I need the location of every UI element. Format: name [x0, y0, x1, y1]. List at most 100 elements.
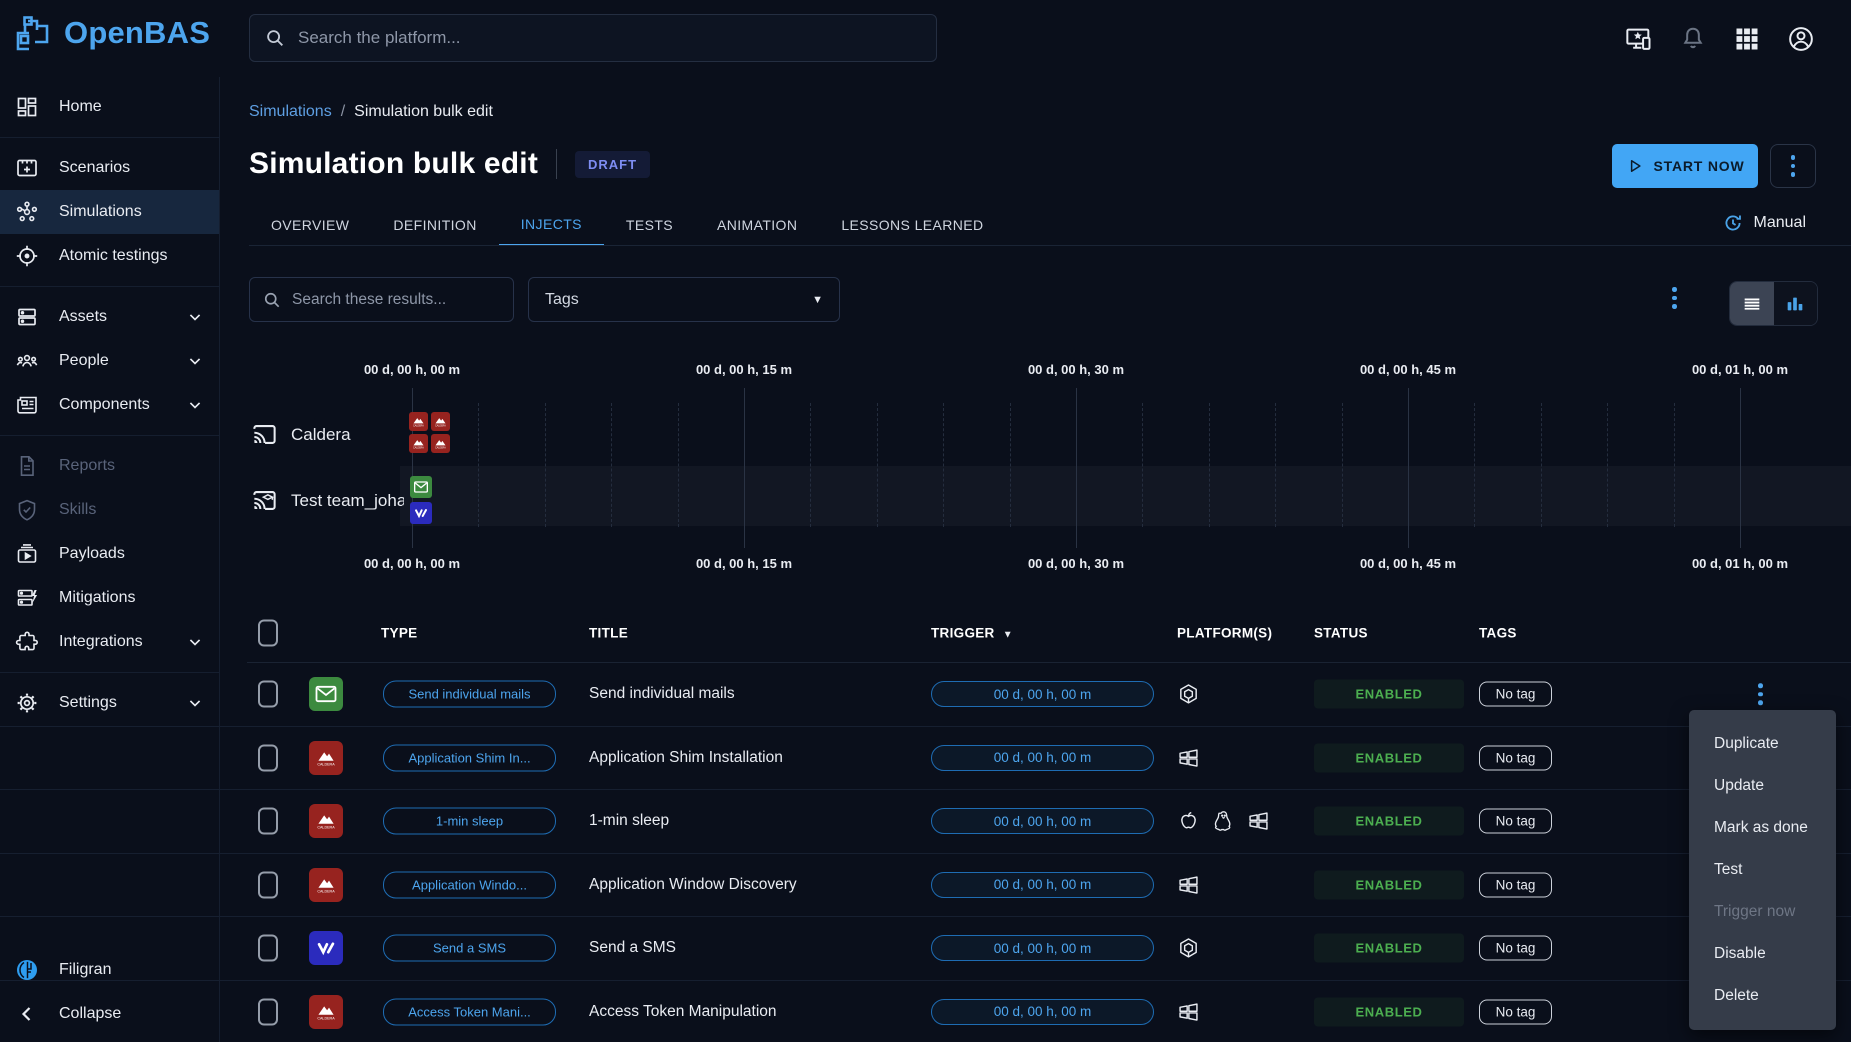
- table-row[interactable]: CALDERA Application Shim In... Applicati…: [0, 727, 1851, 791]
- timeline-axis-label: 00 d, 00 h, 00 m: [322, 362, 502, 377]
- select-all-checkbox[interactable]: [258, 620, 278, 647]
- inject-type-chip[interactable]: Send individual mails: [383, 681, 556, 708]
- menu-item-update[interactable]: Update: [1689, 765, 1836, 807]
- row-checkbox[interactable]: [258, 935, 278, 962]
- tab-lessons-learned[interactable]: LESSONS LEARNED: [819, 203, 1005, 246]
- apps-grid-icon[interactable]: [1733, 25, 1761, 53]
- tab-overview[interactable]: OVERVIEW: [249, 203, 371, 246]
- breadcrumb-simulations-link[interactable]: Simulations: [249, 103, 332, 121]
- account-icon[interactable]: [1787, 25, 1815, 53]
- trigger-chip[interactable]: 00 d, 00 h, 00 m: [931, 681, 1154, 707]
- row-checkbox[interactable]: [258, 744, 278, 771]
- row-checkbox[interactable]: [258, 808, 278, 835]
- row-more-button[interactable]: [1758, 684, 1763, 706]
- sidebar-item-assets[interactable]: Assets: [0, 295, 219, 339]
- caret-down-icon: ▼: [812, 294, 823, 306]
- tag-chip[interactable]: No tag: [1479, 682, 1552, 707]
- chart-view-button[interactable]: [1774, 282, 1818, 325]
- sidebar-item-label: Assets: [59, 308, 107, 326]
- timeline-minor-gridline: [1142, 403, 1143, 527]
- sms-icon[interactable]: [410, 502, 432, 524]
- row-checkbox[interactable]: [258, 681, 278, 708]
- inject-type-chip[interactable]: Application Windo...: [383, 871, 556, 898]
- trigger-chip[interactable]: 00 d, 00 h, 00 m: [931, 872, 1154, 898]
- tag-chip[interactable]: No tag: [1479, 872, 1552, 897]
- sidebar-item-label: People: [59, 352, 109, 370]
- table-row[interactable]: CALDERA Access Token Mani... Access Toke…: [0, 981, 1851, 1042]
- tags-filter-select[interactable]: Tags ▼: [528, 277, 840, 322]
- tab-injects[interactable]: INJECTS: [499, 203, 604, 246]
- sidebar-item-home[interactable]: Home: [0, 85, 219, 129]
- email-icon[interactable]: [410, 476, 432, 498]
- trigger-chip[interactable]: 00 d, 00 h, 00 m: [931, 808, 1154, 834]
- caldera-icon[interactable]: CALDERA: [409, 412, 428, 431]
- sidebar-item-scenarios[interactable]: Scenarios: [0, 146, 219, 190]
- tag-chip[interactable]: No tag: [1479, 809, 1552, 834]
- column-trigger[interactable]: TRIGGER ▼: [931, 626, 1013, 641]
- platforms-cell: [1177, 683, 1200, 706]
- sidebar-item-people[interactable]: People: [0, 339, 219, 383]
- menu-item-disable[interactable]: Disable: [1689, 933, 1836, 975]
- results-search[interactable]: [249, 277, 514, 322]
- column-type[interactable]: TYPE: [381, 626, 417, 641]
- tag-chip[interactable]: No tag: [1479, 745, 1552, 770]
- trigger-chip[interactable]: 00 d, 00 h, 00 m: [931, 745, 1154, 771]
- list-view-button[interactable]: [1730, 282, 1774, 325]
- sidebar-item-atomic-testings[interactable]: Atomic testings: [0, 234, 219, 278]
- caldera-icon[interactable]: CALDERA: [409, 434, 428, 453]
- chevron-down-icon[interactable]: [185, 307, 205, 327]
- tab-definition[interactable]: DEFINITION: [371, 203, 498, 246]
- inject-list-more-button[interactable]: [1672, 287, 1677, 309]
- breadcrumb-current: Simulation bulk edit: [354, 103, 493, 121]
- svg-text:CALDERA: CALDERA: [435, 447, 446, 450]
- column-tags[interactable]: TAGS: [1479, 626, 1517, 641]
- refresh-mode[interactable]: Manual: [1722, 212, 1806, 234]
- sidebar-item-label: Reports: [59, 457, 115, 475]
- notifications-icon[interactable]: [1679, 25, 1707, 53]
- tag-chip[interactable]: No tag: [1479, 999, 1552, 1024]
- simulation-more-button[interactable]: [1770, 144, 1816, 188]
- trigger-chip[interactable]: 00 d, 00 h, 00 m: [931, 999, 1154, 1025]
- inject-type-chip[interactable]: Access Token Mani...: [383, 998, 556, 1025]
- table-row[interactable]: Send individual mails Send individual ma…: [0, 663, 1851, 727]
- sidebar-item-payloads[interactable]: Payloads: [0, 532, 219, 576]
- timeline-minor-gridline: [1342, 403, 1343, 527]
- internet-icon: [1177, 937, 1200, 960]
- openbas-logo[interactable]: OpenBAS: [12, 12, 210, 54]
- trigger-chip[interactable]: 00 d, 00 h, 00 m: [931, 935, 1154, 961]
- menu-item-mark-as-done[interactable]: Mark as done: [1689, 807, 1836, 849]
- row-checkbox[interactable]: [258, 871, 278, 898]
- tags-filter-label: Tags: [545, 291, 812, 309]
- timeline-minor-gridline: [810, 403, 811, 527]
- table-row[interactable]: Send a SMS Send a SMS 00 d, 00 h, 00 m E…: [0, 917, 1851, 981]
- inject-type-chip[interactable]: Send a SMS: [383, 935, 556, 962]
- menu-item-test[interactable]: Test: [1689, 849, 1836, 891]
- column-platforms[interactable]: PLATFORM(S): [1177, 626, 1272, 641]
- tab-animation[interactable]: ANIMATION: [695, 203, 819, 246]
- column-status[interactable]: STATUS: [1314, 626, 1368, 641]
- menu-item-duplicate[interactable]: Duplicate: [1689, 723, 1836, 765]
- tab-tests[interactable]: TESTS: [604, 203, 695, 246]
- row-checkbox[interactable]: [258, 998, 278, 1025]
- platform-search-input[interactable]: [298, 28, 922, 48]
- sidebar-item-simulations[interactable]: Simulations: [0, 190, 219, 234]
- chevron-down-icon[interactable]: [185, 395, 205, 415]
- caldera-icon[interactable]: CALDERA: [431, 434, 450, 453]
- inject-type-chip[interactable]: 1-min sleep: [383, 808, 556, 835]
- inject-type-chip[interactable]: Application Shim In...: [383, 744, 556, 771]
- table-row[interactable]: CALDERA Application Windo... Application…: [0, 854, 1851, 918]
- devices-star-icon[interactable]: [1625, 25, 1653, 53]
- caldera-icon: CALDERA: [309, 741, 343, 775]
- column-title[interactable]: TITLE: [589, 626, 628, 641]
- results-search-input[interactable]: [292, 291, 501, 309]
- caldera-icon[interactable]: CALDERA: [431, 412, 450, 431]
- timeline-gridline: [744, 388, 745, 548]
- tag-chip[interactable]: No tag: [1479, 936, 1552, 961]
- sidebar-item-components[interactable]: Components: [0, 383, 219, 427]
- table-row[interactable]: CALDERA 1-min sleep 1-min sleep 00 d, 00…: [0, 790, 1851, 854]
- menu-item-delete[interactable]: Delete: [1689, 975, 1836, 1017]
- chevron-down-icon[interactable]: [185, 351, 205, 371]
- start-now-button[interactable]: START NOW: [1612, 144, 1758, 188]
- platform-search[interactable]: [249, 14, 937, 62]
- play-icon: [1626, 157, 1644, 175]
